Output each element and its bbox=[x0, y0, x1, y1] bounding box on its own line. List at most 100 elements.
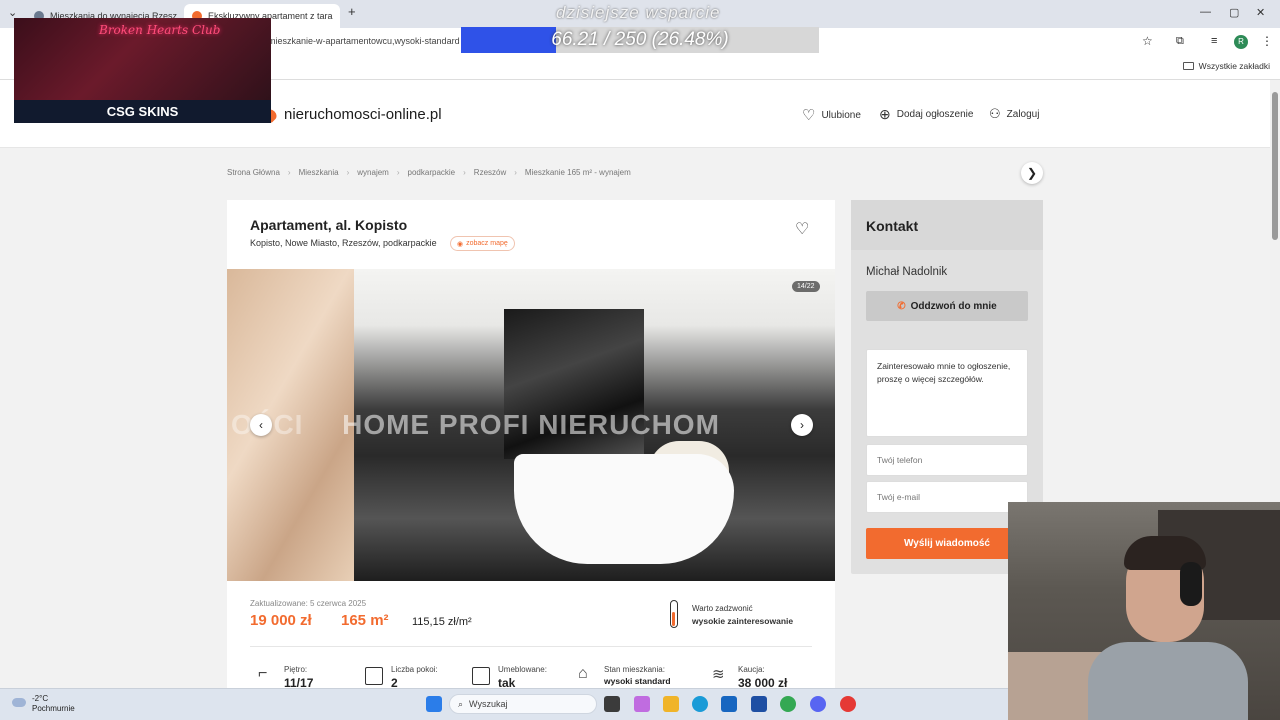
money-icon: ≋ bbox=[712, 666, 725, 683]
param-rooms: Liczba pokoi: 2 bbox=[365, 665, 438, 690]
minimize-icon[interactable]: — bbox=[1200, 6, 1211, 18]
nav-login-label: Zaloguj bbox=[1006, 108, 1040, 120]
nav-add-listing-label: Dodaj ogłoszenie bbox=[896, 109, 974, 120]
area: 165 m² bbox=[341, 612, 389, 629]
maximize-icon[interactable]: ▢ bbox=[1229, 6, 1239, 19]
show-map-label: zobacz mapę bbox=[466, 240, 508, 247]
reading-list-icon[interactable]: ≡ bbox=[1211, 35, 1217, 47]
param-label: Liczba pokoi: bbox=[391, 665, 438, 674]
nav-add-listing[interactable]: ⊕ Dodaj ogłoszenie bbox=[879, 106, 973, 123]
phone-field[interactable]: Twój telefon bbox=[866, 444, 1028, 476]
file-explorer-icon[interactable] bbox=[663, 696, 679, 712]
url-field[interactable]: mieszkanie-w-apartamentowcu,wysoki-stand… bbox=[268, 36, 460, 46]
rooms-icon bbox=[365, 667, 383, 685]
callback-button[interactable]: ✆ Oddzwoń do mnie bbox=[866, 291, 1028, 321]
nav-login[interactable]: ⚇ Zaloguj bbox=[989, 106, 1039, 122]
outlook-icon[interactable] bbox=[721, 696, 737, 712]
obs-icon[interactable] bbox=[840, 696, 856, 712]
sponsor-title: Broken Hearts Club bbox=[99, 23, 221, 37]
temperature: -2°C bbox=[32, 694, 49, 703]
close-tab-icon[interactable]: ✕ bbox=[333, 11, 340, 22]
close-window-icon[interactable]: ✕ bbox=[1256, 6, 1265, 19]
message-textarea[interactable]: Zainteresowało mnie to ogłoszenie, prosz… bbox=[866, 349, 1028, 437]
nav-favorites[interactable]: ♡ Ulubione bbox=[802, 106, 861, 124]
store-icon[interactable] bbox=[751, 696, 767, 712]
breadcrumb: Strona Główna › Mieszkania › wynajem › podk… bbox=[227, 168, 631, 177]
map-pin-icon: ◉ bbox=[457, 240, 464, 248]
interest-indicator: Warto zadzwonić wysokie zainteresowanie bbox=[692, 603, 793, 628]
interest-label: Warto zadzwonić bbox=[692, 604, 753, 613]
show-map-button[interactable]: ◉ zobacz mapę bbox=[450, 236, 515, 251]
discord-icon[interactable] bbox=[810, 696, 826, 712]
breadcrumb-item: Mieszkanie 165 m² - wynajem bbox=[524, 168, 631, 177]
copilot-icon[interactable] bbox=[634, 696, 650, 712]
send-message-button[interactable]: Wyślij wiadomość bbox=[866, 528, 1028, 559]
user-icon: ⚇ bbox=[989, 106, 1001, 121]
param-deposit: ≋ Kaucja: 38 000 zł bbox=[712, 665, 787, 690]
headset-icon bbox=[1180, 562, 1202, 606]
price-per-m2: 115,15 zł/m² bbox=[412, 616, 472, 628]
site-logo[interactable]: nieruchomosci-online.pl bbox=[284, 106, 442, 123]
sponsor-overlay: Broken Hearts Club CSG SKINS bbox=[14, 18, 271, 123]
updated-date: Zaktualizowane: 5 czerwca 2025 bbox=[250, 599, 367, 608]
folder-icon bbox=[1182, 62, 1194, 70]
favorite-heart-icon[interactable]: ♡ bbox=[795, 219, 809, 239]
weather-condition: Pochmurnie bbox=[32, 704, 75, 713]
phone-icon: ✆ bbox=[897, 300, 906, 312]
task-view-icon[interactable] bbox=[604, 696, 620, 712]
param-label: Umeblowane: bbox=[498, 665, 547, 674]
search-icon: ⌕ bbox=[458, 698, 464, 709]
start-icon[interactable] bbox=[426, 696, 442, 712]
nav-favorites-label: Ulubione bbox=[821, 109, 861, 121]
taskbar-search-label: Wyszukaj bbox=[469, 699, 508, 709]
all-bookmarks[interactable]: Wszystkie zakładki bbox=[1182, 61, 1270, 71]
agent-name: Michał Nadolnik bbox=[866, 266, 948, 278]
profile-avatar[interactable]: R bbox=[1234, 35, 1248, 49]
param-value: wysoki standard bbox=[604, 676, 671, 686]
new-tab-icon[interactable]: + bbox=[348, 4, 356, 19]
param-label: Kaucja: bbox=[738, 665, 765, 674]
contact-title: Kontakt bbox=[866, 218, 919, 234]
listing-title: Apartament, al. Kopisto bbox=[250, 217, 408, 233]
breadcrumb-item[interactable]: wynajem bbox=[357, 168, 389, 177]
thermometer-icon bbox=[670, 600, 678, 628]
breadcrumb-item[interactable]: Rzeszów bbox=[474, 168, 506, 177]
param-label: Piętro: bbox=[284, 665, 308, 674]
taskbar-search[interactable]: ⌕ Wyszukaj bbox=[449, 694, 597, 714]
sponsor-brand: CSG SKINS bbox=[14, 100, 271, 123]
price: 19 000 zł bbox=[250, 612, 312, 629]
callback-label: Oddzwoń do mnie bbox=[910, 300, 997, 312]
weather-widget[interactable]: -2°C Pochmurnie bbox=[12, 694, 75, 714]
webcam-overlay bbox=[1008, 502, 1280, 720]
next-listing-button[interactable]: ❯ bbox=[1021, 162, 1043, 184]
param-condition: ⌂ Stan mieszkania: wysoki standard bbox=[578, 665, 671, 686]
email-field[interactable]: Twój e-mail bbox=[866, 481, 1028, 513]
param-label: Stan mieszkania: bbox=[604, 665, 665, 674]
divider bbox=[250, 646, 812, 647]
plus-circle-icon: ⊕ bbox=[879, 106, 891, 122]
photo-gallery[interactable]: OŚCI HOME PROFI NIERUCHOM bbox=[227, 269, 835, 581]
edge-icon[interactable] bbox=[692, 696, 708, 712]
scrollbar-thumb[interactable] bbox=[1272, 92, 1278, 240]
param-furnished: Umeblowane: tak bbox=[472, 665, 547, 690]
support-goal-bar: 66.21 / 250 (26.48%) bbox=[461, 27, 819, 53]
support-goal-text: 66.21 / 250 (26.48%) bbox=[551, 29, 729, 50]
breadcrumb-item[interactable]: podkarpackie bbox=[408, 168, 456, 177]
interest-value: wysokie zainteresowanie bbox=[692, 616, 794, 626]
gallery-prev-button[interactable]: ‹ bbox=[250, 414, 272, 436]
extensions-icon[interactable]: ⧉ bbox=[1176, 35, 1184, 48]
photo-watermark: OŚCI HOME PROFI NIERUCHOM bbox=[231, 409, 720, 440]
furniture-icon bbox=[472, 667, 490, 685]
gallery-next-button[interactable]: › bbox=[791, 414, 813, 436]
breadcrumb-item[interactable]: Strona Główna bbox=[227, 168, 280, 177]
breadcrumb-item[interactable]: Mieszkania bbox=[299, 168, 339, 177]
house-star-icon: ⌂ bbox=[578, 665, 588, 682]
menu-icon[interactable]: ⋮ bbox=[1261, 34, 1273, 48]
listing-location: Kopisto, Nowe Miasto, Rzeszów, podkarpac… bbox=[250, 238, 437, 248]
param-floor: ⌐ Piętro: 11/17 bbox=[258, 665, 313, 690]
photo-counter: 14/22 bbox=[792, 281, 820, 292]
heart-icon: ♡ bbox=[802, 107, 816, 124]
stairs-icon: ⌐ bbox=[258, 665, 268, 682]
star-icon[interactable]: ☆ bbox=[1142, 34, 1153, 48]
chrome-icon[interactable] bbox=[780, 696, 796, 712]
